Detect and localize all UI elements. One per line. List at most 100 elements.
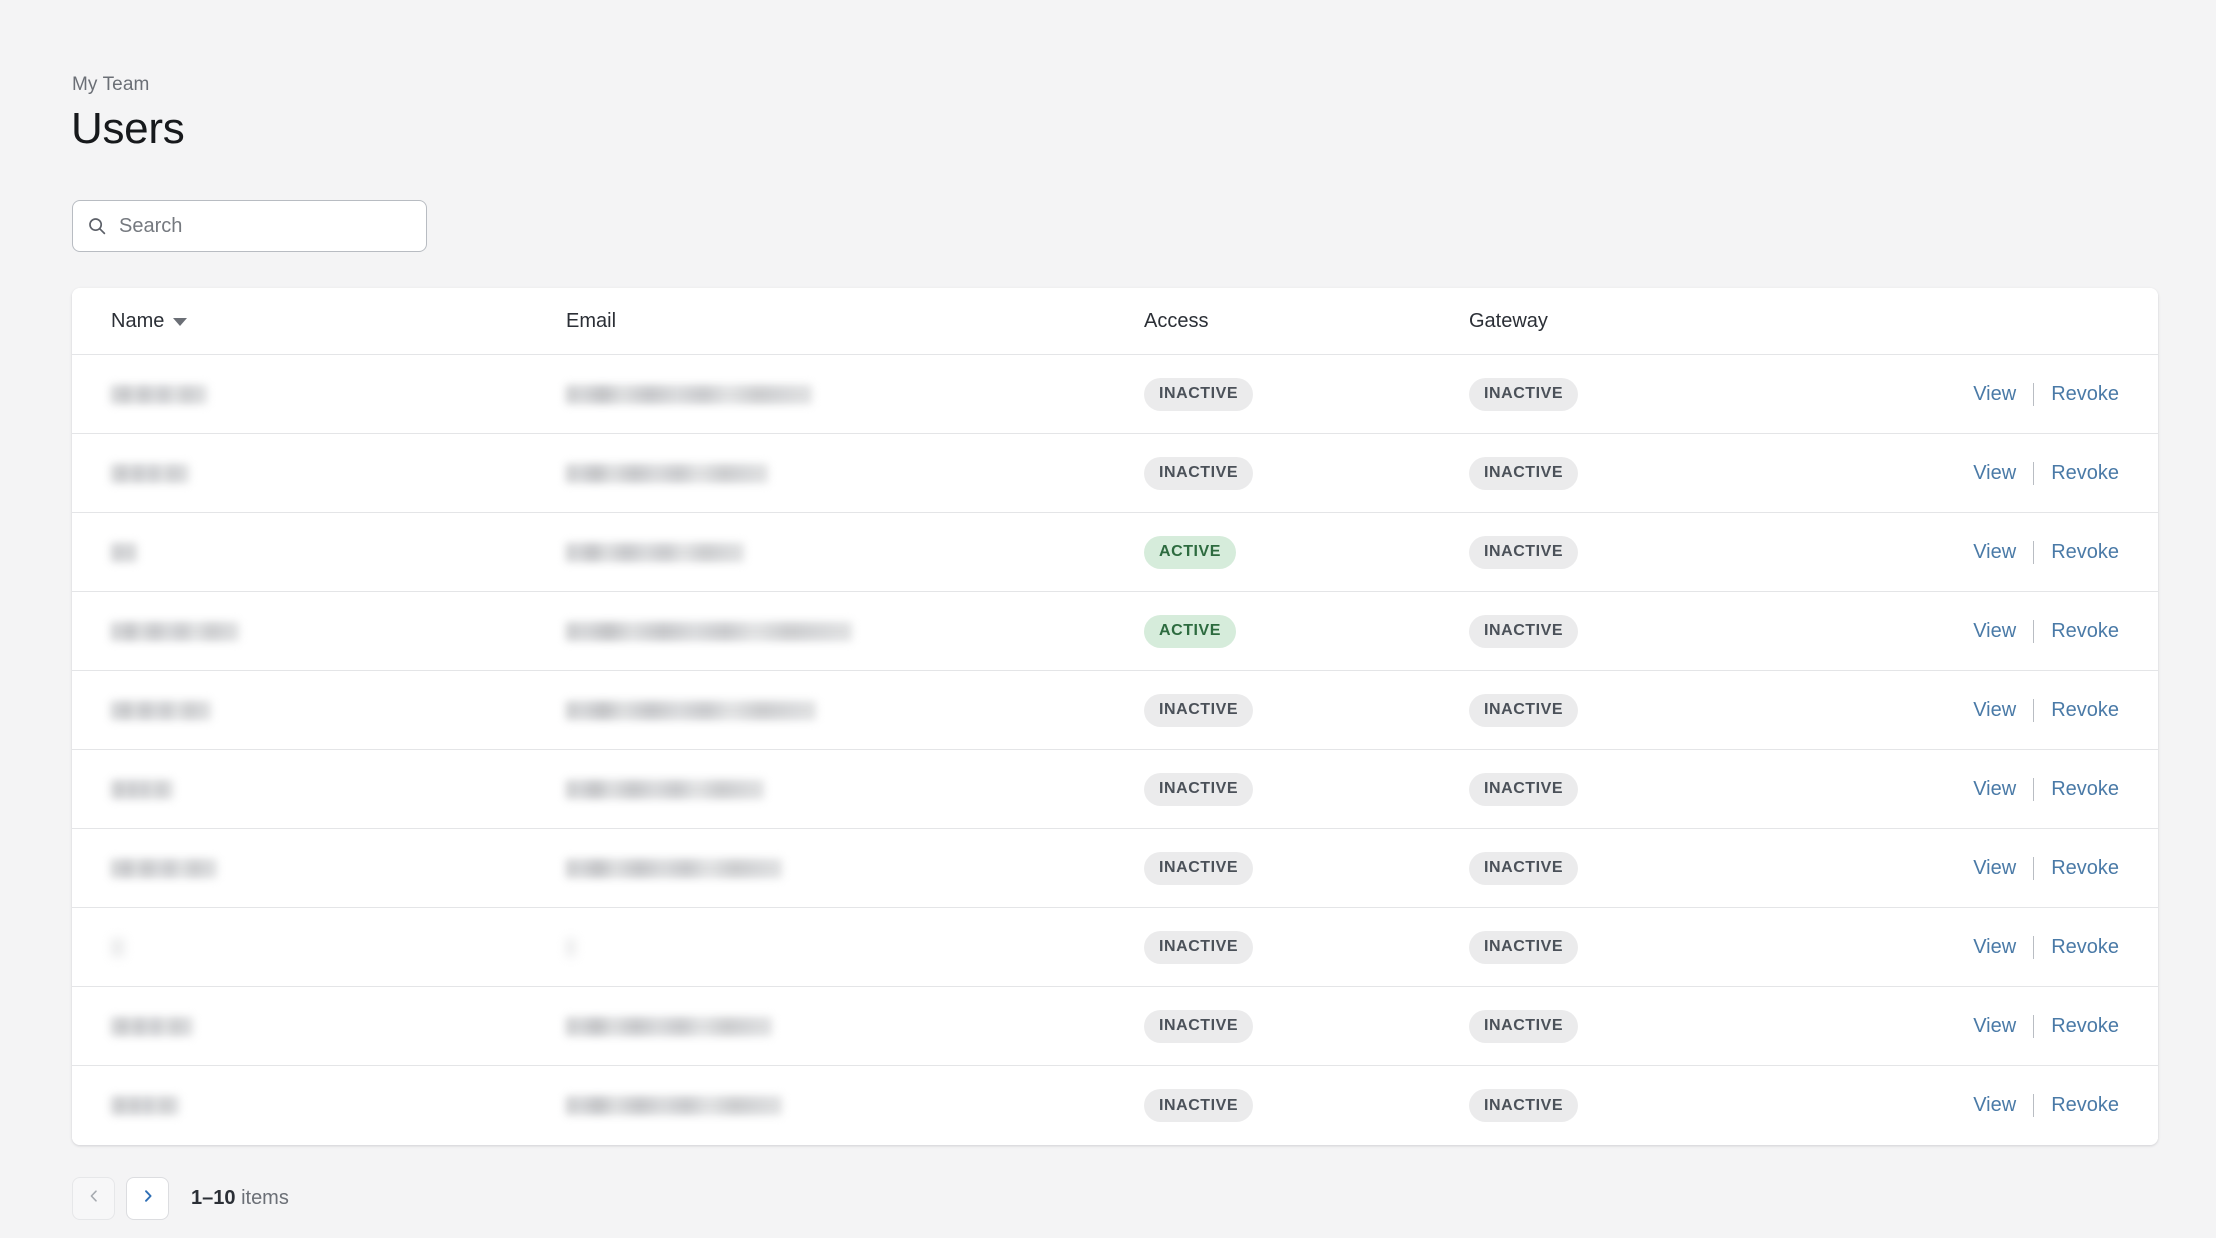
revoke-link[interactable]: Revoke: [2051, 620, 2119, 643]
redacted-email: [566, 543, 744, 562]
pagination-prev-button[interactable]: [72, 1177, 115, 1220]
access-status-badge: INACTIVE: [1144, 694, 1253, 727]
table-row[interactable]: INACTIVE INACTIVE View Revoke: [72, 908, 2158, 987]
search-input[interactable]: [119, 201, 412, 251]
gateway-status-badge: INACTIVE: [1469, 694, 1578, 727]
revoke-link[interactable]: Revoke: [2051, 1094, 2119, 1117]
cell-email: [566, 780, 1144, 799]
redacted-email: [566, 780, 764, 799]
column-header-email[interactable]: Email: [566, 310, 1144, 333]
access-status-badge: ACTIVE: [1144, 615, 1236, 648]
pagination-info: 1–10 items: [191, 1187, 289, 1210]
view-link[interactable]: View: [1973, 462, 2016, 485]
chevron-right-icon: [140, 1188, 156, 1209]
view-link[interactable]: View: [1973, 778, 2016, 801]
view-link[interactable]: View: [1973, 1094, 2016, 1117]
table-row[interactable]: ACTIVEINACTIVE View Revoke: [72, 513, 2158, 592]
view-link[interactable]: View: [1973, 857, 2016, 880]
view-link[interactable]: View: [1973, 936, 2016, 959]
cell-actions: View Revoke: [1824, 462, 2158, 485]
cell-email: [566, 859, 1144, 878]
cell-name: [72, 1096, 566, 1115]
row-actions: View Revoke: [1973, 541, 2119, 564]
cell-actions: View Revoke: [1824, 699, 2158, 722]
column-header-name[interactable]: Name: [72, 310, 566, 333]
cell-name: [72, 859, 566, 878]
column-header-gateway[interactable]: Gateway: [1469, 310, 1824, 333]
cell-name: [72, 701, 566, 720]
table-row[interactable]: INACTIVEINACTIVE View Revoke: [72, 355, 2158, 434]
pagination-next-button[interactable]: [126, 1177, 169, 1220]
cell-name: [72, 1017, 566, 1036]
revoke-link[interactable]: Revoke: [2051, 1015, 2119, 1038]
revoke-link[interactable]: Revoke: [2051, 778, 2119, 801]
redacted-name: [111, 938, 125, 957]
users-page: My Team Users Name Email Access Gateway: [0, 0, 2216, 1238]
table-row[interactable]: INACTIVE INACTIVE View Revoke: [72, 987, 2158, 1066]
gateway-status-badge: INACTIVE: [1469, 931, 1578, 964]
redacted-name: [111, 543, 137, 562]
row-actions: View Revoke: [1973, 462, 2119, 485]
view-link[interactable]: View: [1973, 699, 2016, 722]
cell-gateway: INACTIVE: [1469, 1010, 1824, 1043]
row-actions: View Revoke: [1973, 620, 2119, 643]
revoke-link[interactable]: Revoke: [2051, 383, 2119, 406]
cell-name: [72, 780, 566, 799]
revoke-link[interactable]: Revoke: [2051, 541, 2119, 564]
row-actions: View Revoke: [1973, 699, 2119, 722]
gateway-status-badge: INACTIVE: [1469, 378, 1578, 411]
cell-gateway: INACTIVE: [1469, 773, 1824, 806]
cell-actions: View Revoke: [1824, 857, 2158, 880]
redacted-email: [566, 385, 812, 404]
column-header-access[interactable]: Access: [1144, 310, 1469, 333]
cell-access: INACTIVE: [1144, 457, 1469, 490]
search-icon: [87, 216, 107, 236]
table-header-row: Name Email Access Gateway: [72, 288, 2158, 355]
redacted-name: [111, 701, 211, 720]
cell-actions: View Revoke: [1824, 541, 2158, 564]
cell-access: INACTIVE: [1144, 378, 1469, 411]
revoke-link[interactable]: Revoke: [2051, 936, 2119, 959]
users-table: Name Email Access Gateway INACTIVEINACTI…: [72, 288, 2158, 1145]
table-row[interactable]: INACTIVEINACTIVEViewRevoke: [72, 750, 2158, 829]
cell-access: INACTIVE: [1144, 694, 1469, 727]
revoke-link[interactable]: Revoke: [2051, 699, 2119, 722]
table-row[interactable]: INACTIVE INACTIVE View Revoke: [72, 671, 2158, 750]
cell-actions: View Revoke: [1824, 1015, 2158, 1038]
column-header-gateway-label: Gateway: [1469, 310, 1548, 333]
cell-email: [566, 938, 1144, 957]
cell-gateway: INACTIVE: [1469, 931, 1824, 964]
cell-access: ACTIVE: [1144, 536, 1469, 569]
cell-name: [72, 543, 566, 562]
column-header-name-label: Name: [111, 310, 164, 333]
access-status-badge: INACTIVE: [1144, 931, 1253, 964]
cell-gateway: INACTIVE: [1469, 536, 1824, 569]
action-divider: [2033, 936, 2034, 959]
cell-actions: View Revoke: [1824, 1094, 2158, 1117]
view-link[interactable]: View: [1973, 1015, 2016, 1038]
cell-actions: View Revoke: [1824, 778, 2158, 801]
table-row[interactable]: INACTIVE INACTIVE View Revoke: [72, 434, 2158, 513]
gateway-status-badge: INACTIVE: [1469, 773, 1578, 806]
table-row[interactable]: ACTIVEINACTIVEViewRevoke: [72, 592, 2158, 671]
cell-access: INACTIVE: [1144, 1010, 1469, 1043]
row-actions: View Revoke: [1973, 1094, 2119, 1117]
row-actions: View Revoke: [1973, 1015, 2119, 1038]
cell-email: [566, 701, 1144, 720]
view-link[interactable]: View: [1973, 541, 2016, 564]
cell-gateway: INACTIVE: [1469, 457, 1824, 490]
table-row[interactable]: INACTIVEINACTIVEViewRevoke: [72, 1066, 2158, 1145]
view-link[interactable]: View: [1973, 620, 2016, 643]
caret-down-icon[interactable]: [173, 318, 187, 326]
table-row[interactable]: INACTIVEINACTIVEViewRevoke: [72, 829, 2158, 908]
cell-email: [566, 1017, 1144, 1036]
view-link[interactable]: View: [1973, 383, 2016, 406]
column-header-access-label: Access: [1144, 310, 1208, 333]
gateway-status-badge: INACTIVE: [1469, 852, 1578, 885]
access-status-badge: INACTIVE: [1144, 1010, 1253, 1043]
search-field[interactable]: [72, 200, 427, 252]
access-status-badge: INACTIVE: [1144, 457, 1253, 490]
action-divider: [2033, 462, 2034, 485]
revoke-link[interactable]: Revoke: [2051, 857, 2119, 880]
revoke-link[interactable]: Revoke: [2051, 462, 2119, 485]
